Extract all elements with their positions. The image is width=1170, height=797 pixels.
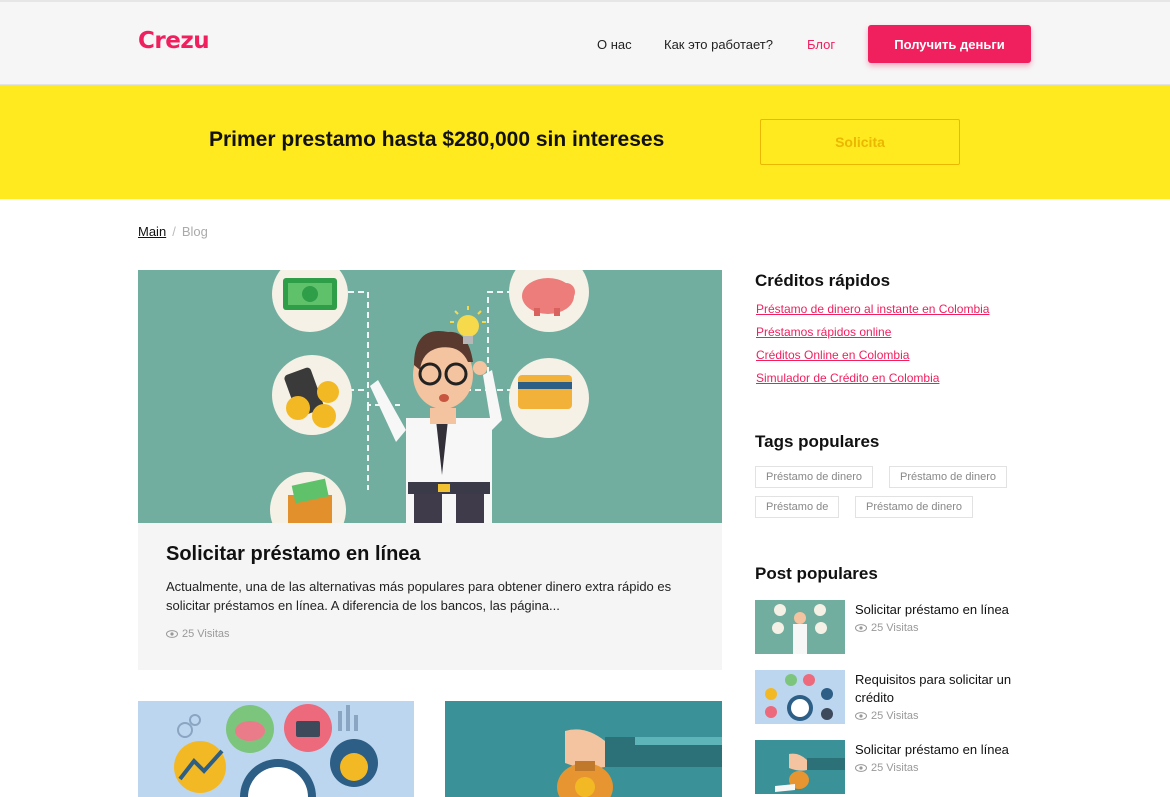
post-card-3-illustration[interactable] [445,701,722,797]
apply-button[interactable]: Solicita [760,119,960,165]
views-count: 25 Visitas [871,762,919,774]
promo-headline: Primer prestamo hasta $280,000 sin inter… [209,128,665,151]
tag-chip[interactable]: Préstamo de [755,496,840,518]
popular-post-1-title[interactable]: Solicitar préstamo en línea [855,601,1035,619]
breadcrumb-main-link[interactable]: Main [138,224,166,239]
popular-post-3-views: 25 Visitas [855,762,919,774]
featured-views-count: 25 Visitas [182,628,230,640]
views-count: 25 Visitas [871,710,919,722]
get-money-button[interactable]: Получить деньги [868,25,1031,63]
quick-link-credit-simulator[interactable]: Simulador de Crédito en Colombia [756,371,939,385]
quick-link-fast-loans[interactable]: Préstamos rápidos online [756,325,891,339]
popular-post-thumbnail[interactable] [755,670,845,724]
breadcrumb-separator: / [172,224,176,239]
quick-link-instant-loan[interactable]: Préstamo de dinero al instante en Colomb… [756,302,989,316]
nav-how-it-works-link[interactable]: Как это работает? [664,37,773,52]
post-card-3[interactable] [445,701,722,797]
eye-icon [855,712,867,720]
post-card-2-illustration[interactable] [138,701,414,797]
popular-post-thumbnail[interactable] [755,600,845,654]
tag-chip[interactable]: Préstamo de dinero [889,466,1007,488]
popular-post-3-title[interactable]: Solicitar préstamo en línea [855,741,1035,759]
quick-link-online-credits[interactable]: Créditos Online en Colombia [756,348,909,362]
site-header: Crezu О нас Как это работает? Блог Получ… [0,0,1170,85]
breadcrumb-current: Blog [181,224,208,239]
popular-post-3-image[interactable] [755,740,845,794]
featured-post-card[interactable]: Solicitar préstamo en línea Actualmente,… [138,270,722,670]
popular-post-thumbnail[interactable] [755,740,845,794]
tag-chip[interactable]: Préstamo de dinero [855,496,973,518]
eye-icon [166,630,178,638]
crezu-logo[interactable]: Crezu [138,28,210,54]
breadcrumb: Main / Blog [138,224,208,239]
popular-post-1-image[interactable] [755,600,845,654]
featured-post-excerpt: Actualmente, una de las alternativas más… [166,579,672,613]
eye-icon [855,624,867,632]
nav-about-link[interactable]: О нас [597,37,632,52]
popular-post-2-views: 25 Visitas [855,710,919,722]
promo-banner: Primer prestamo hasta $280,000 sin inter… [0,85,1170,199]
popular-post-1-views: 25 Visitas [855,622,919,634]
popular-post-2-title[interactable]: Requisitos para solicitar un crédito [855,671,1035,707]
quick-credits-heading: Créditos rápidos [755,271,891,290]
views-count: 25 Visitas [871,622,919,634]
eye-icon [855,764,867,772]
popular-tags-heading: Tags populares [755,432,880,451]
post-card-2[interactable] [138,701,414,797]
featured-post-title[interactable]: Solicitar préstamo en línea [166,543,421,566]
nav-blog-link[interactable]: Блог [807,37,835,52]
popular-post-2-image[interactable] [755,670,845,724]
popular-posts-heading: Post populares [755,564,878,583]
featured-post-views: 25 Visitas [166,628,230,640]
tag-chip[interactable]: Préstamo de dinero [755,466,873,488]
featured-post-illustration[interactable] [138,270,722,523]
